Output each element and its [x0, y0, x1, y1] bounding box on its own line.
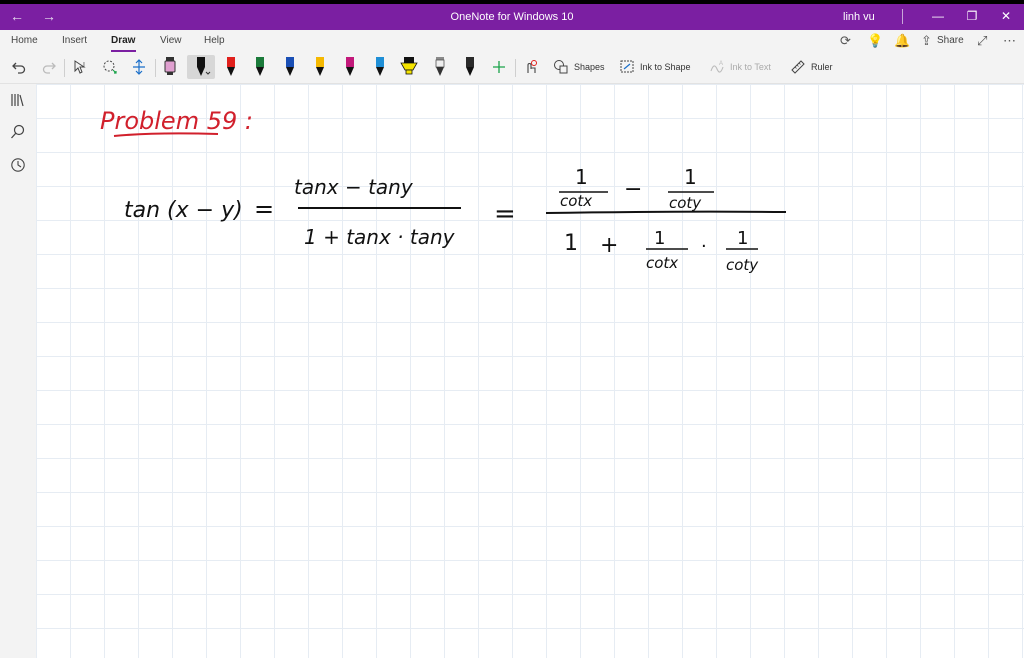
shapes-icon[interactable] — [553, 59, 568, 79]
highlighter-yellow-icon[interactable] — [398, 55, 420, 79]
num-a-bottom: cotx — [560, 192, 592, 210]
pencil-gray-icon[interactable] — [429, 55, 451, 79]
share-button[interactable]: Share — [937, 35, 964, 46]
tab-help[interactable]: Help — [204, 35, 225, 46]
pen-green-icon[interactable] — [249, 55, 271, 79]
note-canvas[interactable]: Problem 59 : tan (x − y) = tanx − tany 1… — [36, 84, 1024, 658]
lhs-expression: tan (x − y) — [124, 198, 243, 223]
ink-to-shape-button[interactable]: Ink to Shape — [640, 62, 691, 72]
tab-view[interactable]: View — [160, 35, 182, 46]
undo-icon[interactable] — [8, 55, 30, 79]
title-separator — [902, 9, 903, 24]
touch-draw-icon[interactable] — [520, 55, 542, 79]
frac1-denominator: 1 + tanx · tany — [304, 225, 456, 249]
lasso-select-icon[interactable] — [99, 55, 121, 79]
ink-to-text-icon: A — [710, 59, 725, 79]
tab-insert[interactable]: Insert — [62, 35, 87, 46]
pen-magenta-icon[interactable] — [339, 55, 361, 79]
user-name[interactable]: linh vu — [843, 11, 875, 23]
pen-light-blue-icon[interactable] — [369, 55, 391, 79]
num-b-bottom: coty — [669, 194, 702, 212]
lightbulb-icon[interactable]: 💡 — [867, 33, 883, 49]
den-dot: · — [701, 236, 707, 257]
share-icon[interactable]: ⇪ — [921, 33, 932, 49]
den-c-top: 1 — [654, 228, 665, 249]
add-space-icon[interactable] — [128, 55, 150, 79]
pen-red-icon[interactable] — [220, 55, 242, 79]
svg-text:A: A — [719, 61, 723, 67]
pen-yellow-icon[interactable] — [309, 55, 331, 79]
ruler-button[interactable]: Ruler — [811, 62, 833, 72]
pen-blue-icon[interactable] — [279, 55, 301, 79]
search-icon[interactable] — [10, 124, 26, 145]
expand-icon[interactable]: ⤢ — [977, 33, 987, 49]
den-d-top: 1 — [737, 228, 748, 249]
redo-icon[interactable] — [38, 55, 60, 79]
sync-icon[interactable]: ⟳ — [840, 33, 851, 49]
active-tab-indicator — [111, 50, 136, 52]
ink-to-text-button: Ink to Text — [730, 62, 771, 72]
add-pen-icon[interactable] — [488, 55, 510, 79]
recent-notes-icon[interactable] — [10, 157, 26, 178]
highlighter-pink-icon[interactable] — [159, 55, 181, 79]
num-minus: − — [624, 177, 642, 202]
den-plus: + — [600, 233, 618, 258]
frac1-numerator: tanx − tany — [294, 175, 414, 199]
equals-sign-1: = — [254, 195, 274, 223]
num-b-top: 1 — [684, 165, 697, 189]
more-icon[interactable]: ⋯ — [1003, 33, 1016, 49]
den-one: 1 — [564, 231, 578, 256]
pen-dark-icon[interactable] — [459, 55, 481, 79]
svg-text:I: I — [83, 62, 85, 69]
den-d-bottom: coty — [726, 256, 759, 274]
title-bar: ← → OneNote for Windows 10 linh vu — ❐ ✕ — [0, 4, 1024, 30]
restore-icon[interactable]: ❐ — [962, 9, 982, 23]
tab-home[interactable]: Home — [11, 35, 38, 46]
notifications-icon[interactable]: 🔔 — [894, 33, 910, 49]
den-c-bottom: cotx — [646, 254, 678, 272]
ink-layer: Problem 59 : tan (x − y) = tanx − tany 1… — [100, 107, 787, 274]
equals-sign-2: = — [494, 199, 516, 229]
shapes-button[interactable]: Shapes — [574, 62, 605, 72]
ink-to-shape-icon[interactable] — [620, 59, 635, 79]
toolbar-separator — [515, 59, 516, 77]
ribbon: Home Insert Draw View Help ⟳ 💡 🔔 ⇪ Share… — [0, 30, 1024, 84]
num-a-top: 1 — [575, 165, 588, 189]
problem-heading: Problem 59 : — [100, 107, 253, 135]
type-select-icon[interactable]: I — [70, 55, 92, 79]
close-icon[interactable]: ✕ — [996, 9, 1016, 23]
main-fraction-bar — [545, 210, 787, 214]
pen-black-selected-icon[interactable] — [187, 55, 215, 79]
ruler-icon[interactable] — [790, 59, 805, 79]
toolbar-separator — [64, 59, 65, 77]
toolbar-separator — [155, 59, 156, 77]
tab-draw[interactable]: Draw — [111, 35, 135, 46]
minimize-icon[interactable]: — — [928, 9, 948, 23]
nav-sidebar — [0, 84, 36, 658]
notebooks-icon[interactable] — [10, 92, 26, 113]
